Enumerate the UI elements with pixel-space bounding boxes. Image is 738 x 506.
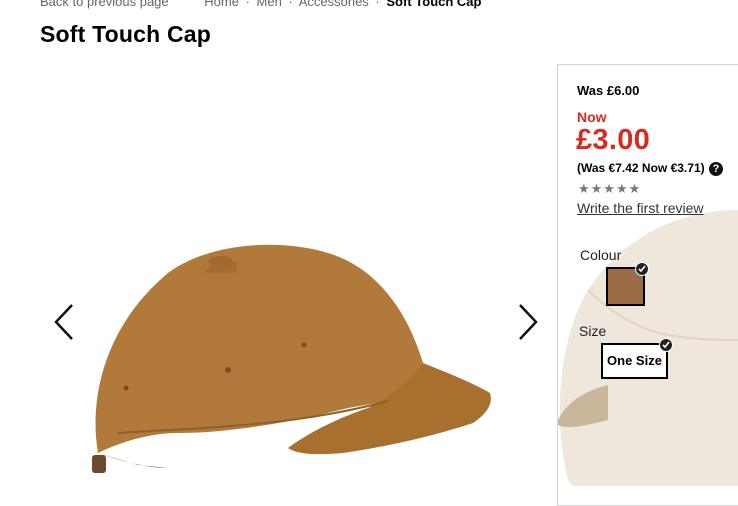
breadcrumb-separator: · [245,0,250,9]
breadcrumb-separator: · [375,0,380,9]
help-icon[interactable]: ? [709,162,723,176]
size-label: Size [579,323,607,339]
breadcrumb-home[interactable]: Home [204,0,239,9]
write-review-link[interactable]: Write the first review [577,200,704,216]
rating-stars: ★★★★★ [578,181,642,196]
checkmark-icon [635,262,649,276]
page-title: Soft Touch Cap [40,21,212,47]
now-price: £3.00 [576,124,651,156]
now-label: Now [577,109,607,125]
product-gallery [40,65,550,486]
size-option-one-size[interactable]: One Size [601,343,668,379]
previous-image-arrow-icon[interactable] [50,301,80,343]
breadcrumb-current: Soft Touch Cap [386,0,482,9]
back-link[interactable]: Back to previous page [40,0,169,9]
colour-label: Colour [580,247,622,263]
was-price: Was £6.00 [577,83,640,98]
product-image-cap [92,244,491,473]
breadcrumb-separator: · [288,0,293,9]
breadcrumb-men[interactable]: Men [257,0,282,9]
checkmark-icon [659,338,673,352]
next-image-arrow-icon[interactable] [512,301,542,343]
breadcrumb-accessories[interactable]: Accessories [299,0,369,9]
euro-prices: (Was €7.42 Now €3.71) [577,161,705,175]
breadcrumb: Back to previous page Home · Men · Acces… [40,0,482,9]
